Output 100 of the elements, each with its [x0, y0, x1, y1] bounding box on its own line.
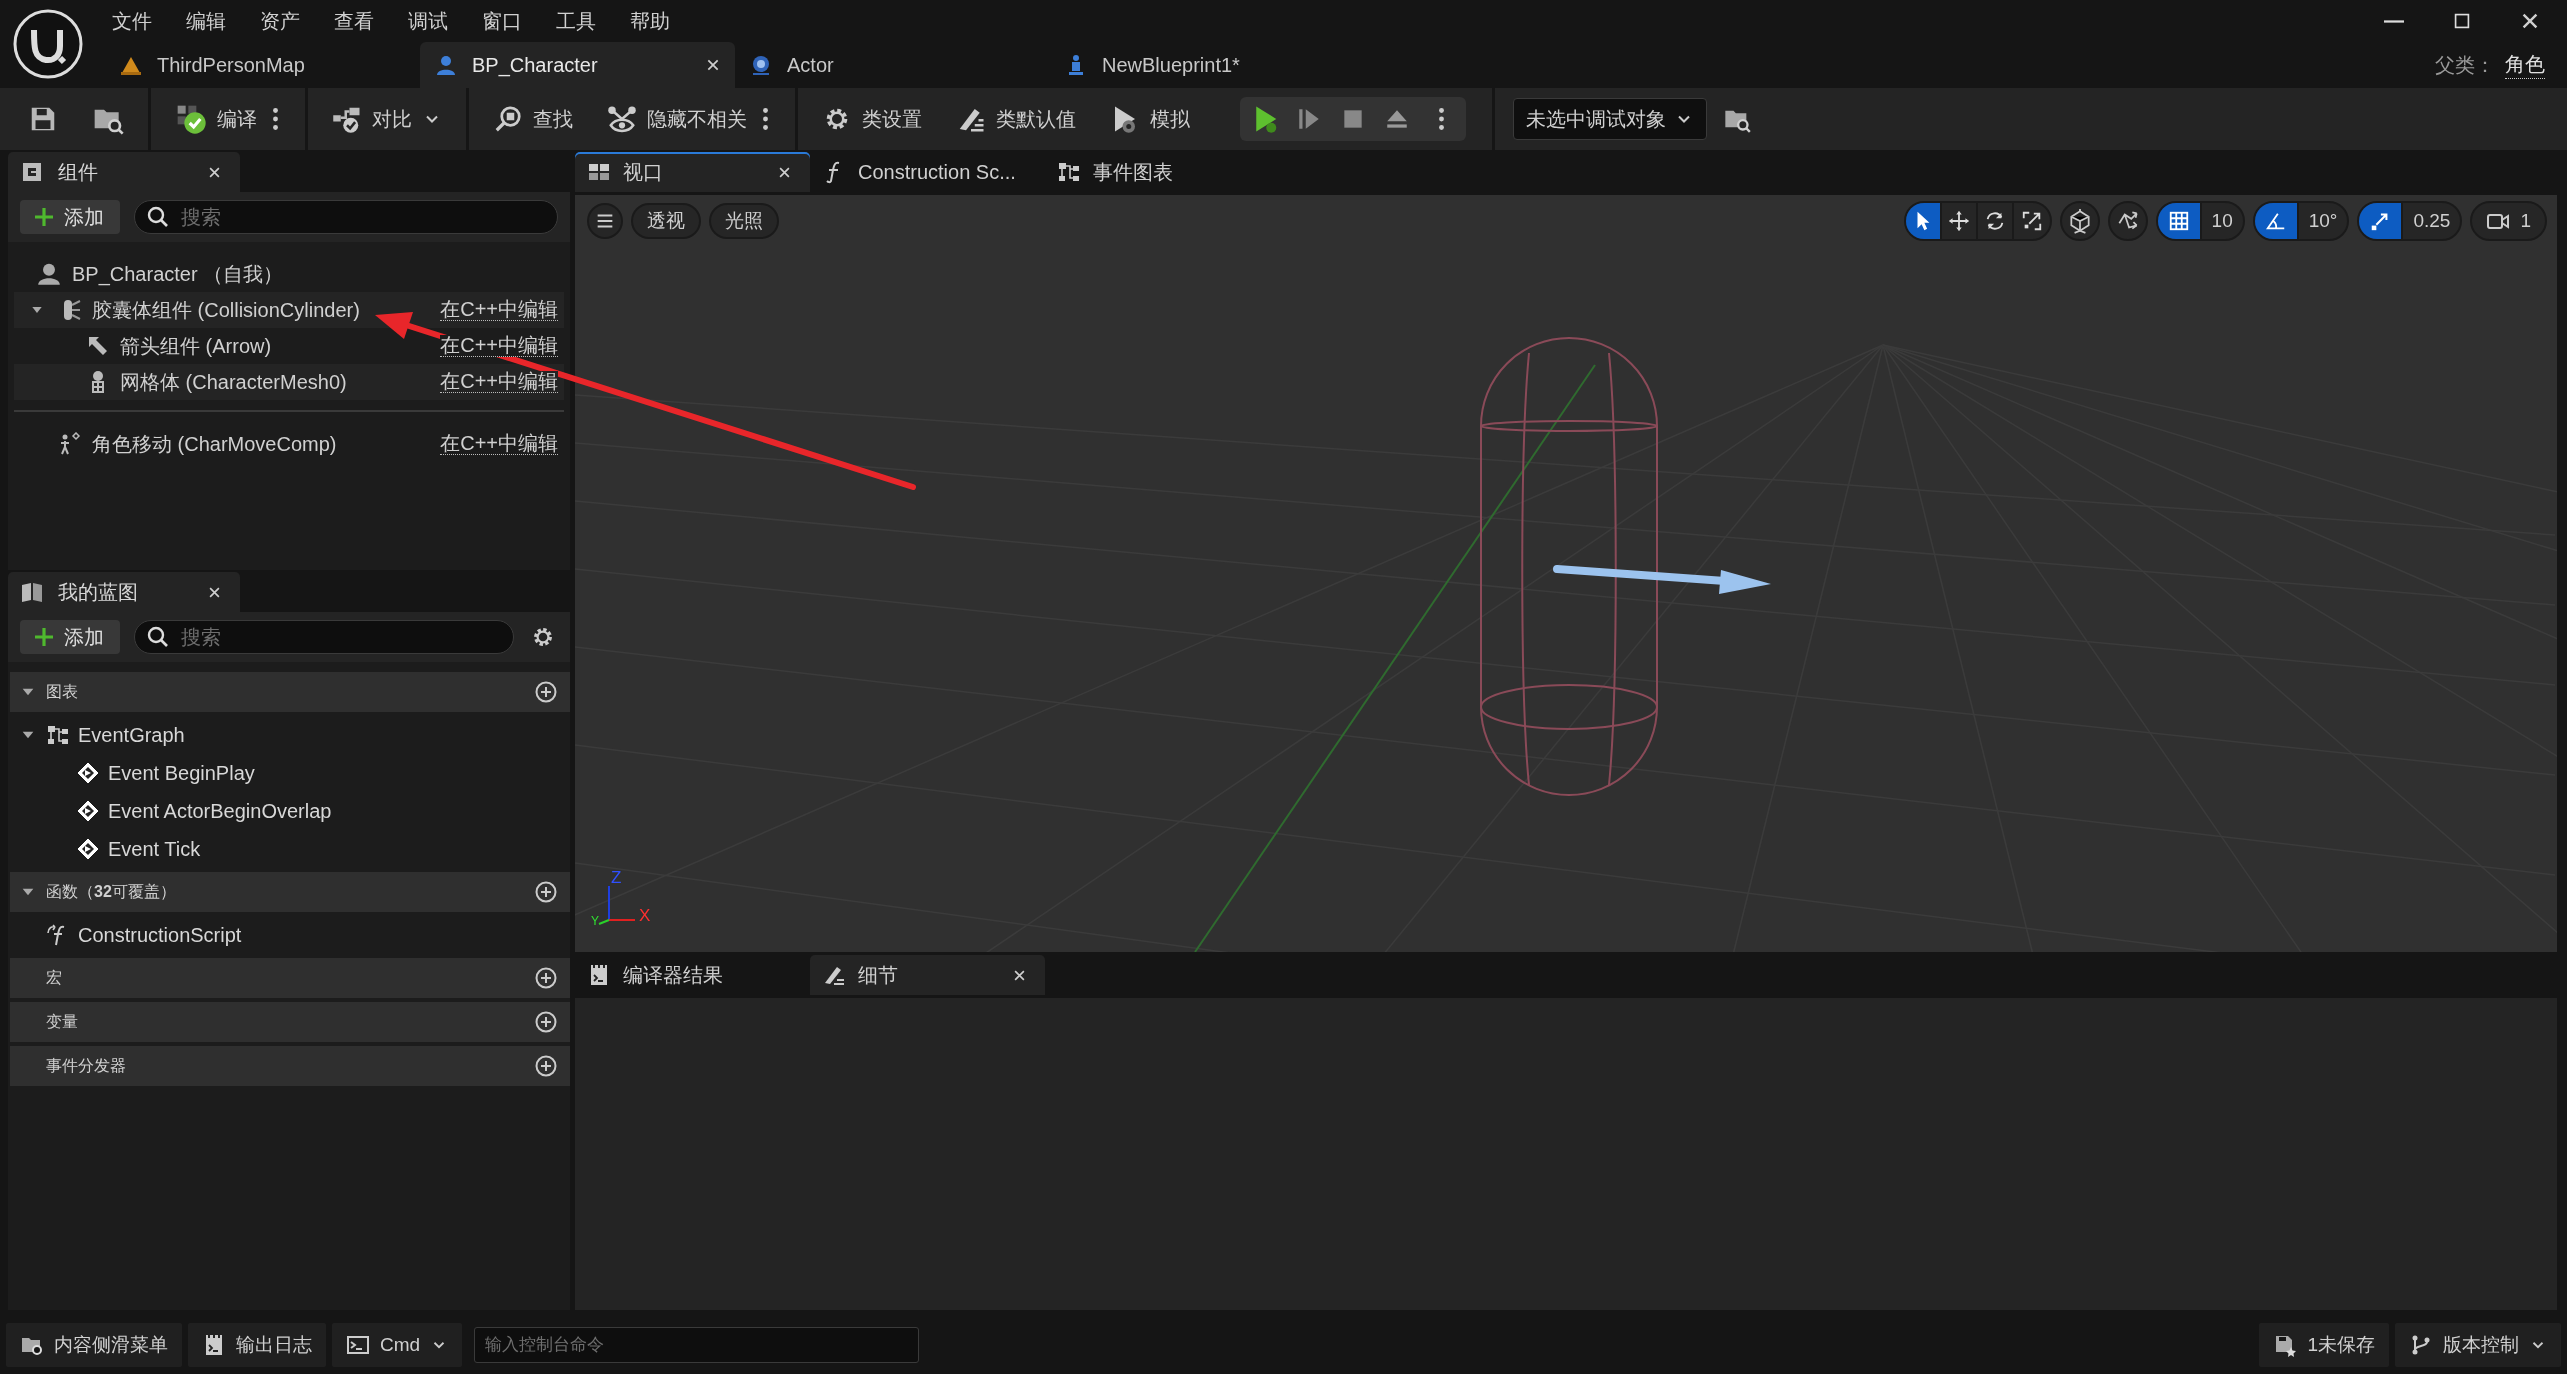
logo-icon	[11, 8, 84, 80]
panel-tab[interactable]: 细节	[810, 955, 1045, 995]
search-icon	[146, 625, 170, 649]
output-log-button[interactable]: 输出日志	[188, 1323, 326, 1367]
edit-in-cpp-link[interactable]: 在C++中编辑	[440, 371, 558, 393]
person-icon	[36, 261, 62, 287]
item-label: ConstructionScript	[78, 923, 242, 947]
section-header[interactable]: 函数（32可覆盖）	[10, 872, 570, 912]
class-settings-button[interactable]: 类设置	[816, 97, 928, 141]
axis-label: Z	[611, 868, 622, 888]
simulate-button[interactable]: 模拟	[1104, 97, 1196, 141]
lighting-mode-button[interactable]: 光照	[709, 203, 779, 239]
parent-class-link[interactable]: 角色	[2505, 51, 2545, 79]
panel-tab[interactable]: 我的蓝图	[8, 572, 240, 612]
document-tab[interactable]: BP_Character	[420, 42, 735, 88]
walking-figure-icon	[58, 432, 82, 456]
viewport-menu-button[interactable]	[587, 203, 623, 239]
item-label: EventGraph	[78, 723, 185, 747]
menu-item[interactable]: 窗口	[465, 7, 539, 35]
search-field[interactable]: 搜索	[134, 620, 514, 654]
edit-in-cpp-link[interactable]: 在C++中编辑	[440, 433, 558, 455]
surface-snap-button[interactable]	[2059, 201, 2100, 241]
tree-row[interactable]: 网格体 (CharacterMesh0) 在C++中编辑	[14, 364, 564, 400]
cmd-dropdown[interactable]: Cmd	[332, 1323, 463, 1367]
person-icon	[434, 53, 458, 77]
transform-tool-button[interactable]	[1905, 203, 1942, 239]
panel-tab[interactable]: 组件	[8, 152, 240, 192]
debug-object-dropdown[interactable]: 未选中调试对象	[1513, 98, 1707, 140]
snap-value-button[interactable]: 0.25	[2403, 203, 2461, 239]
add-button[interactable]: 添加	[20, 200, 120, 234]
tree-row[interactable]: 胶囊体组件 (CollisionCylinder) 在C++中编辑	[14, 292, 564, 328]
document-tab[interactable]: Actor	[735, 42, 1050, 88]
hide-unrelated-button[interactable]: 隐藏不相关	[601, 97, 753, 141]
add-circle-icon	[534, 1010, 558, 1034]
snap-toggle[interactable]	[2254, 203, 2299, 239]
view-mode-button[interactable]: 透视	[631, 203, 701, 239]
panel-tab[interactable]: 编译器结果	[575, 955, 810, 995]
edit-in-cpp-link[interactable]: 在C++中编辑	[440, 299, 558, 321]
class-defaults-button[interactable]: 类默认值	[950, 97, 1082, 141]
component-panel-icon	[20, 160, 44, 184]
event-diamond-icon	[76, 837, 100, 861]
grid-icon	[2167, 210, 2190, 232]
editor-tab[interactable]: 事件图表	[1045, 152, 1280, 192]
diff-dropdown[interactable]: 对比	[326, 97, 448, 141]
document-tab[interactable]: ThirdPersonMap	[105, 42, 420, 88]
component-label: 胶囊体组件 (CollisionCylinder)	[92, 297, 360, 323]
section-header[interactable]: 宏	[10, 958, 570, 998]
graph-list-item[interactable]: Event ActorBeginOverlap	[10, 792, 570, 830]
menu-item[interactable]: 调试	[391, 7, 465, 35]
menu-item[interactable]: 文件	[95, 7, 169, 35]
editor-tab[interactable]: Construction Sc...	[810, 152, 1045, 192]
console-input-field[interactable]: 输入控制台命令	[474, 1327, 920, 1363]
panel-title: 组件	[58, 159, 98, 185]
graph-list-item[interactable]: Event BeginPlay	[10, 754, 570, 792]
menu-item[interactable]: 查看	[317, 7, 391, 35]
snap-value-button[interactable]: 10°	[2298, 203, 2348, 239]
source-control-dropdown[interactable]: 版本控制	[2395, 1323, 2561, 1367]
section-title: 函数（32可覆盖）	[46, 881, 176, 902]
document-tab[interactable]: NewBlueprint1*	[1050, 42, 1365, 88]
component-label: 箭头组件 (Arrow)	[120, 333, 272, 359]
close-icon	[705, 57, 721, 73]
snap-value-button[interactable]: 10	[2201, 203, 2243, 239]
snap-toggle[interactable]	[2359, 203, 2404, 239]
axis-label: Y	[591, 914, 599, 928]
content-drawer-button[interactable]: 内容侧滑菜单	[6, 1323, 182, 1367]
compile-check-icon	[175, 103, 207, 135]
arrow-icon	[86, 334, 110, 358]
graph-list-item[interactable]: Event Tick	[10, 830, 570, 868]
section-header[interactable]: 变量	[10, 1002, 570, 1042]
add-circle-icon	[534, 1054, 558, 1078]
root-component-label: BP_Character （自我）	[72, 261, 284, 288]
camera-speed-button[interactable]: 1	[2470, 201, 2547, 241]
find-icon	[493, 104, 523, 134]
panel-title: 我的蓝图	[58, 579, 138, 605]
minimize-icon	[2384, 19, 2404, 23]
item-label: Event ActorBeginOverlap	[108, 799, 332, 823]
section-header[interactable]: 事件分发器	[10, 1046, 570, 1086]
menu-item[interactable]: 帮助	[613, 7, 687, 35]
snap-toggle[interactable]	[2157, 203, 2202, 239]
section-title: 图表	[46, 681, 78, 702]
unsaved-button[interactable]: 1未保存	[2259, 1323, 2389, 1367]
graph-list-item[interactable]: EventGraph	[10, 716, 570, 754]
more-icon	[272, 108, 278, 130]
add-circle-icon	[534, 966, 558, 990]
edit-in-cpp-link[interactable]: 在C++中编辑	[440, 335, 558, 357]
scale-icon	[2020, 210, 2043, 232]
eye-icon	[607, 104, 637, 134]
event-diamond-icon	[76, 761, 100, 785]
search-field[interactable]: 搜索	[134, 200, 558, 234]
graph-list-item[interactable]: ConstructionScript	[10, 916, 570, 954]
find-button[interactable]: 查找	[487, 97, 579, 141]
compile-button[interactable]: 编译	[169, 97, 263, 141]
section-header[interactable]: 图表	[10, 672, 570, 712]
menu-item[interactable]: 工具	[539, 7, 613, 35]
add-button[interactable]: 添加	[20, 620, 120, 654]
axis-label: X	[639, 906, 651, 926]
menu-item[interactable]: 资产	[243, 7, 317, 35]
menu-item[interactable]: 编辑	[169, 7, 243, 35]
normal-snap-button[interactable]	[2107, 201, 2148, 241]
editor-tab[interactable]: 视口	[575, 152, 810, 192]
